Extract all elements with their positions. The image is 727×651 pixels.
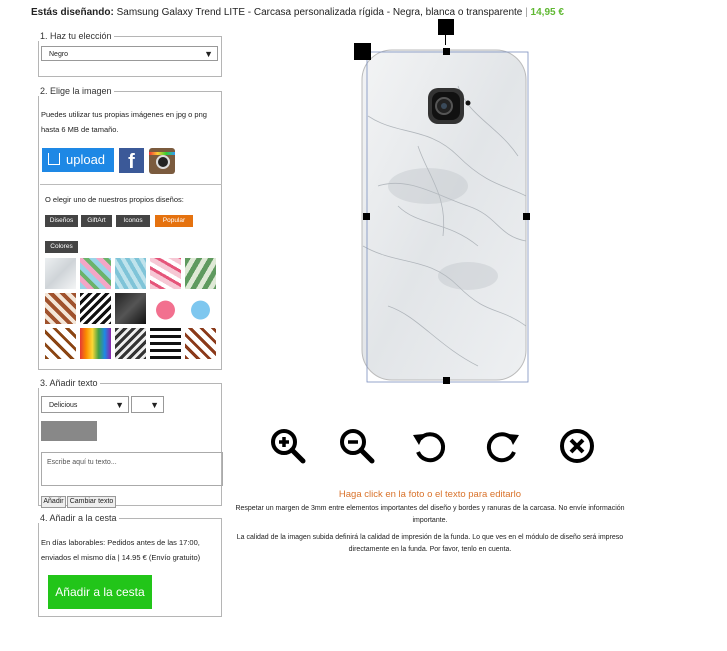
font-select-value: Delicious: [49, 402, 78, 409]
design-thumbnail[interactable]: [80, 328, 111, 359]
facebook-button[interactable]: f: [119, 148, 144, 173]
category-disenos[interactable]: Diseños: [45, 215, 78, 227]
resize-handle[interactable]: [523, 213, 530, 220]
design-thumbnail[interactable]: [80, 293, 111, 324]
margin-note: Respetar un margen de 3mm entre elemento…: [235, 505, 625, 524]
design-thumbnail[interactable]: [185, 328, 216, 359]
upload-button[interactable]: upload: [42, 148, 114, 172]
delete-icon[interactable]: [558, 427, 596, 465]
product-name: Samsung Galaxy Trend LITE - Carcasa pers…: [116, 7, 523, 18]
category-iconos[interactable]: Iconos: [116, 215, 150, 227]
zoom-in-icon[interactable]: [269, 427, 307, 465]
quality-note: La calidad de la imagen subida definirá …: [236, 534, 624, 553]
design-thumbnail[interactable]: [45, 258, 76, 289]
design-thumbnail[interactable]: [115, 293, 146, 324]
design-thumbnail[interactable]: [45, 328, 76, 359]
size-select[interactable]: ▼: [131, 396, 164, 413]
chevron-down-icon: ▼: [115, 400, 124, 410]
step1-panel: 1. Haz tu elección Negro ▼: [38, 31, 222, 77]
divider: [40, 184, 222, 185]
rotate-right-icon[interactable]: [484, 427, 522, 465]
add-text-button[interactable]: Añadir: [41, 496, 66, 508]
resize-handle[interactable]: [443, 48, 450, 55]
edit-hint: Haga click en la foto o el texto para ed…: [338, 489, 522, 500]
step4-legend: 4. Añadir a la cesta: [40, 513, 117, 523]
design-thumbnail[interactable]: [150, 258, 181, 289]
zoom-out-icon[interactable]: [338, 427, 376, 465]
product-price: 14,95 €: [530, 7, 564, 18]
shipping-info: En días laborables: Pedidos antes de las…: [41, 538, 201, 562]
category-popular[interactable]: Popular: [155, 215, 193, 227]
text-input-placeholder: Escribe aquí tu texto...: [47, 459, 117, 466]
instagram-icon: [156, 155, 170, 169]
design-thumbnail[interactable]: [45, 293, 76, 324]
change-text-button[interactable]: Cambiar texto: [67, 496, 116, 508]
color-select-value: Negro: [49, 51, 69, 58]
design-thumbnail[interactable]: [150, 293, 181, 324]
design-thumbnail[interactable]: [185, 258, 216, 289]
heading-separator: |: [525, 7, 528, 18]
upload-icon: [48, 153, 60, 165]
design-canvas[interactable]: [354, 19, 530, 386]
instagram-button[interactable]: [149, 148, 175, 174]
category-colores[interactable]: Colores: [45, 241, 78, 253]
step1-legend: 1. Haz tu elección: [40, 31, 112, 41]
chevron-down-icon: ▼: [150, 400, 159, 410]
add-to-cart-button[interactable]: Añadir a la cesta: [48, 575, 152, 609]
upload-intro: Puedes utilizar tus propias imágenes en …: [41, 110, 207, 134]
category-giftart[interactable]: GiftArt: [81, 215, 112, 227]
facebook-icon: f: [128, 151, 135, 173]
resize-handle[interactable]: [354, 43, 371, 60]
design-thumbnail[interactable]: [115, 258, 146, 289]
product-heading: Estás diseñando: Samsung Galaxy Trend LI…: [31, 7, 564, 18]
design-thumbnail[interactable]: [185, 293, 216, 324]
phone-case-preview[interactable]: [358, 46, 530, 386]
heading-lead: Estás diseñando:: [31, 7, 114, 18]
step2-panel: 2. Elige la imagen Puedes utilizar tus p…: [38, 86, 222, 370]
designs-intro: O elegir uno de nuestros propios diseños…: [45, 195, 184, 204]
color-select[interactable]: Negro ▼: [41, 46, 218, 61]
resize-handle[interactable]: [443, 377, 450, 384]
rotate-handle[interactable]: [438, 19, 454, 35]
text-color-swatch[interactable]: [41, 421, 97, 441]
text-input[interactable]: Escribe aquí tu texto...: [41, 452, 223, 486]
step2-legend: 2. Elige la imagen: [40, 86, 112, 96]
step3-panel: 3. Añadir texto Delicious ▼ ▼ Escribe aq…: [38, 378, 223, 508]
resize-handle[interactable]: [363, 213, 370, 220]
rotate-line: [445, 35, 446, 45]
step4-panel: 4. Añadir a la cesta En días laborables:…: [38, 513, 222, 617]
design-thumbnail[interactable]: [115, 328, 146, 359]
upload-label: upload: [66, 152, 106, 167]
rotate-left-icon[interactable]: [410, 427, 448, 465]
step3-legend: 3. Añadir texto: [40, 378, 98, 388]
chevron-down-icon: ▼: [204, 49, 213, 59]
font-select[interactable]: Delicious ▼: [41, 396, 129, 413]
design-thumbnail[interactable]: [80, 258, 111, 289]
design-thumbnail[interactable]: [150, 328, 181, 359]
